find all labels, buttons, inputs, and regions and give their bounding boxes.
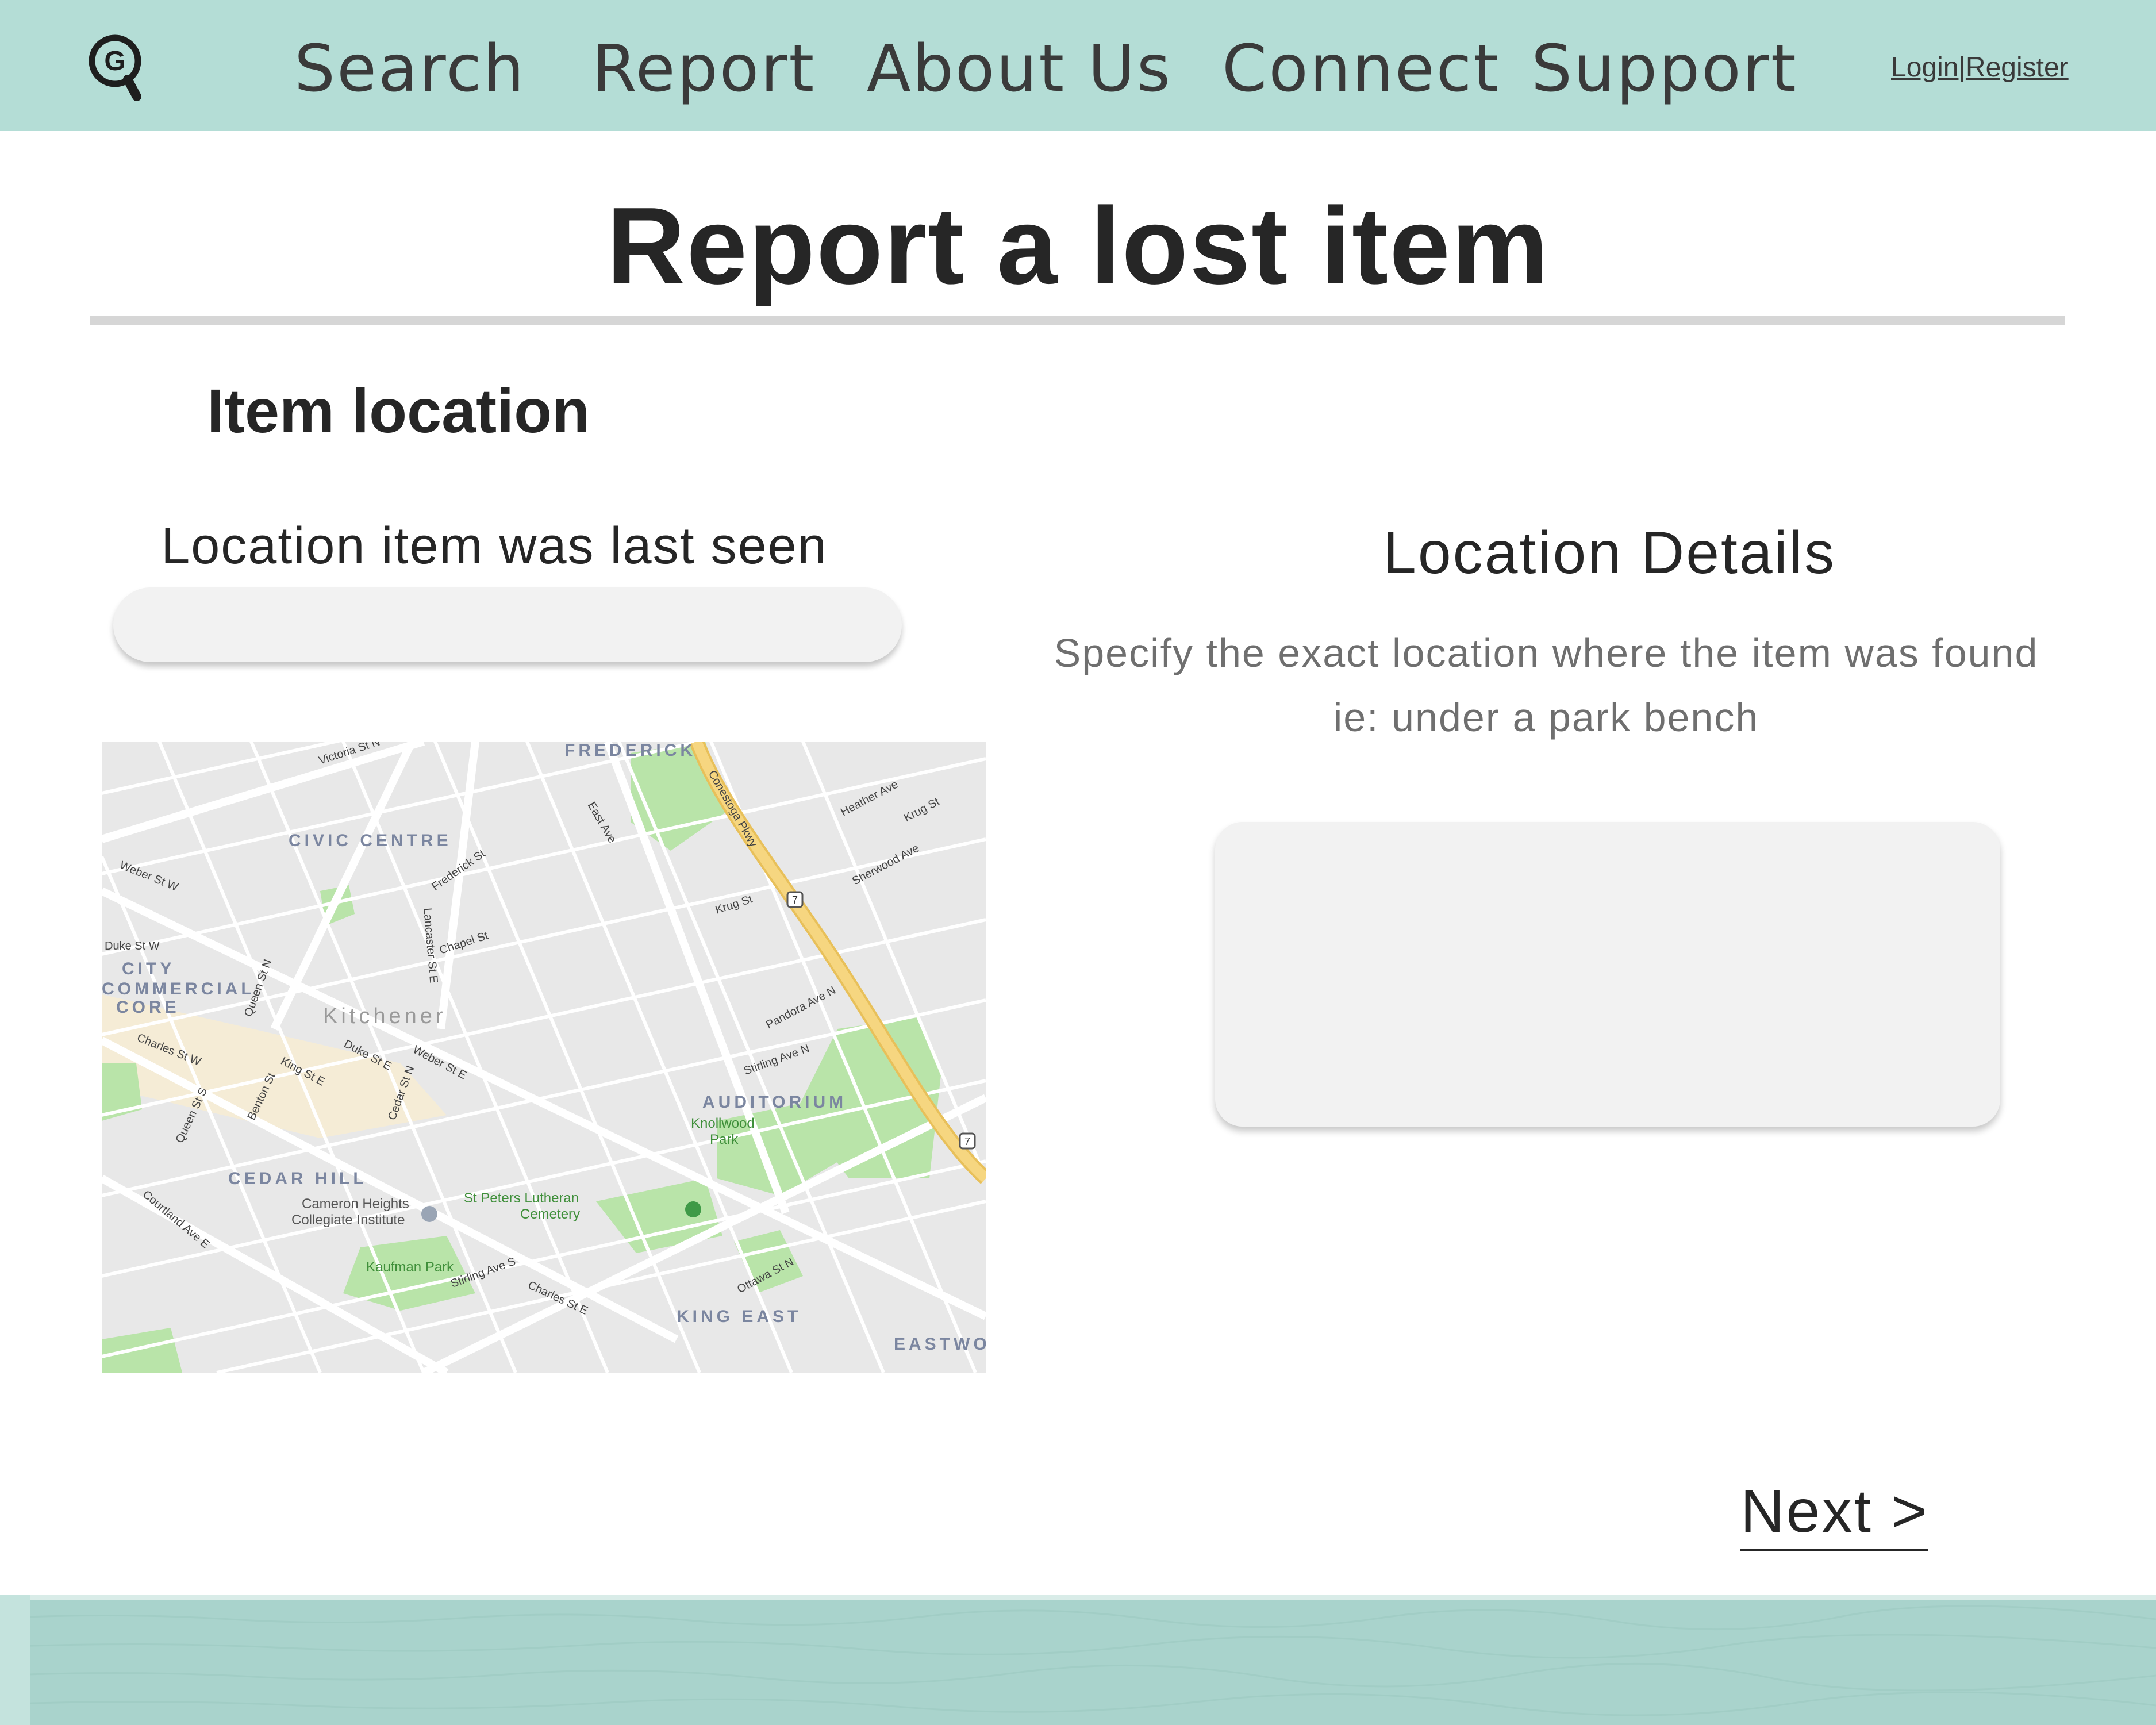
title-divider bbox=[90, 316, 2065, 325]
details-help-line: Specify the exact location where the ite… bbox=[1054, 631, 2039, 675]
footer-water-banner bbox=[0, 1595, 2156, 1725]
auth-links: Login|Register bbox=[1891, 51, 2069, 85]
login-link[interactable]: Login bbox=[1891, 52, 1958, 83]
svg-text:Park: Park bbox=[710, 1132, 739, 1147]
auth-separator: | bbox=[1958, 52, 1966, 83]
svg-text:Collegiate Institute: Collegiate Institute bbox=[291, 1212, 405, 1228]
svg-text:Cameron Heights: Cameron Heights bbox=[302, 1196, 409, 1212]
svg-text:EASTWO: EASTWO bbox=[894, 1335, 986, 1354]
svg-text:AUDITORIUM: AUDITORIUM bbox=[702, 1093, 847, 1112]
section-title: Item location bbox=[207, 376, 590, 445]
map-canvas[interactable]: 7 7 FREDERICK CIVIC CENTRE CITY COMMERCI… bbox=[102, 742, 986, 1373]
svg-text:St Peters Lutheran: St Peters Lutheran bbox=[464, 1190, 579, 1206]
details-title: Location Details bbox=[1383, 520, 1836, 586]
svg-text:Knollwood: Knollwood bbox=[691, 1116, 755, 1131]
nav-support[interactable]: Support bbox=[1531, 32, 1798, 106]
location-field-label: Location item was last seen bbox=[161, 517, 828, 575]
water-texture bbox=[0, 1605, 2156, 1716]
register-link[interactable]: Register bbox=[1966, 52, 2069, 83]
page-title: Report a lost item bbox=[606, 185, 1550, 307]
svg-text:7: 7 bbox=[964, 1136, 970, 1147]
footer-top-edge bbox=[0, 1595, 2156, 1600]
svg-text:Cemetery: Cemetery bbox=[520, 1207, 580, 1222]
nav-connect[interactable]: Connect bbox=[1222, 32, 1500, 106]
map-city-label: Kitchener bbox=[323, 1004, 447, 1028]
svg-text:Duke St W: Duke St W bbox=[105, 940, 160, 952]
nav-report[interactable]: Report bbox=[592, 32, 816, 106]
svg-text:FREDERICK: FREDERICK bbox=[564, 742, 696, 760]
nav-search[interactable]: Search bbox=[294, 32, 526, 106]
location-map[interactable]: 7 7 FREDERICK CIVIC CENTRE CITY COMMERCI… bbox=[102, 742, 986, 1373]
location-input[interactable] bbox=[113, 587, 902, 662]
next-button[interactable]: Next > bbox=[1740, 1474, 1929, 1551]
top-nav-bar: G Search Report About Us Connect Support… bbox=[0, 0, 2156, 131]
details-help-text: Specify the exact location where the ite… bbox=[1017, 621, 2075, 750]
map-place-labels: Cameron Heights Collegiate Institute bbox=[291, 1196, 409, 1228]
details-help-example: ie: under a park bench bbox=[1333, 695, 1759, 740]
svg-text:CIVIC CENTRE: CIVIC CENTRE bbox=[289, 831, 452, 850]
nav-about-us[interactable]: About Us bbox=[867, 32, 1172, 106]
svg-text:CORE: CORE bbox=[116, 998, 180, 1017]
svg-text:CITY: CITY bbox=[122, 959, 175, 978]
svg-text:7: 7 bbox=[792, 894, 798, 906]
magnifier-g-logo-icon[interactable]: G bbox=[86, 32, 149, 107]
location-details-textarea[interactable] bbox=[1215, 822, 2000, 1127]
footer-left-strip bbox=[0, 1595, 30, 1725]
svg-text:COMMERCIAL: COMMERCIAL bbox=[102, 979, 255, 998]
svg-text:Kaufman Park: Kaufman Park bbox=[366, 1259, 454, 1275]
logo-letter: G bbox=[104, 46, 125, 76]
svg-text:KING EAST: KING EAST bbox=[677, 1307, 801, 1326]
svg-text:CEDAR HILL: CEDAR HILL bbox=[228, 1169, 367, 1188]
